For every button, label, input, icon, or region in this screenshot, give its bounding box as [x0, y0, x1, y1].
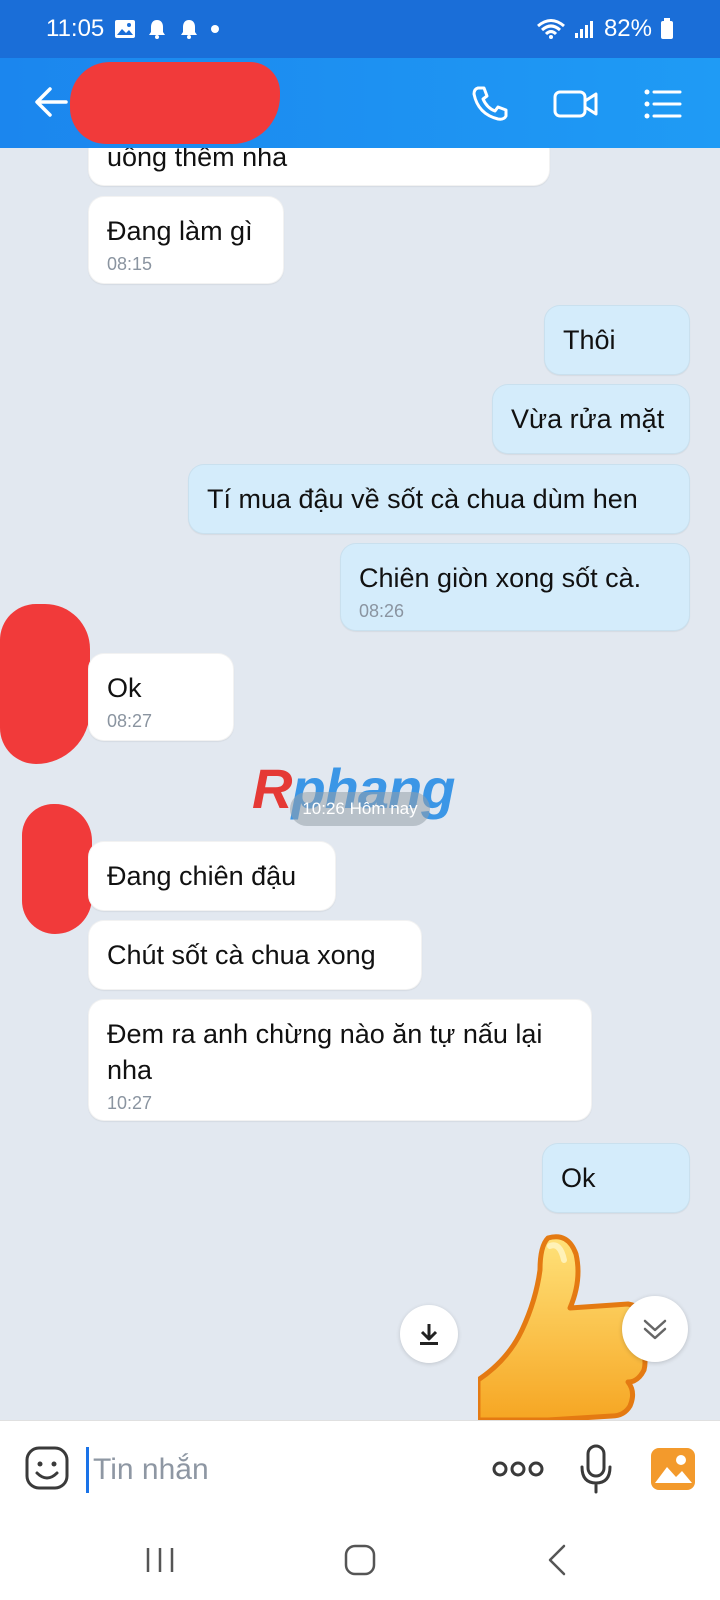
message-bubble[interactable]: Chiên giòn xong sốt cà. 08:26 — [340, 543, 690, 631]
menu-list-icon[interactable] — [640, 82, 684, 126]
date-separator: 10:26 Hôm nay — [290, 792, 430, 826]
message-bubble[interactable]: Ok 08:27 — [88, 653, 234, 741]
message-time: 08:15 — [107, 254, 153, 274]
message-time: 08:26 — [359, 601, 405, 621]
message-text: Vừa rửa mặt — [511, 404, 665, 434]
image-gallery-icon[interactable] — [650, 1447, 696, 1491]
message-bubble[interactable]: Đang chiên đậu — [88, 841, 336, 911]
microphone-icon[interactable] — [578, 1443, 614, 1495]
message-input[interactable] — [86, 1447, 446, 1493]
wifi-icon — [536, 18, 566, 40]
message-composer — [0, 1420, 720, 1520]
status-bar: 11:05 82% — [0, 0, 720, 58]
battery-icon — [660, 18, 674, 40]
home-icon[interactable] — [338, 1538, 382, 1582]
message-bubble[interactable]: Ok — [542, 1143, 690, 1213]
message-text: Ok — [561, 1163, 596, 1193]
message-bubble[interactable]: Đem ra anh chừng nào ăn tự nấu lại nha 1… — [88, 999, 592, 1121]
dot-notification-icon — [210, 24, 220, 34]
message-text: Tí mua đậu về sốt cà chua dùm hen — [207, 484, 638, 514]
message-text: Đang chiên đậu — [107, 861, 297, 891]
bell-notification-icon — [146, 18, 168, 40]
more-options-icon[interactable] — [490, 1451, 546, 1487]
message-text: Đem ra anh chừng nào ăn tự nấu lại nha — [107, 1019, 543, 1085]
emoji-sticker-icon[interactable] — [24, 1445, 70, 1491]
back-arrow-icon[interactable] — [30, 80, 74, 124]
message-bubble[interactable]: Vừa rửa mặt — [492, 384, 690, 454]
message-bubble[interactable]: uống thêm nha — [88, 148, 550, 186]
message-list[interactable]: Rphang 10:26 Hôm nay uống thêm nha Đang … — [0, 148, 720, 1420]
redacted-contact-name[interactable] — [70, 62, 280, 144]
redacted-avatar-2[interactable] — [22, 804, 92, 934]
signal-icon — [574, 19, 596, 39]
message-time: 08:27 — [107, 711, 153, 731]
video-call-icon[interactable] — [552, 82, 598, 126]
message-bubble[interactable]: Đang làm gì 08:15 — [88, 196, 284, 284]
message-text: uống thêm nha — [107, 148, 288, 172]
system-back-icon[interactable] — [536, 1538, 580, 1582]
system-nav-bar — [0, 1520, 720, 1600]
message-text: Chiên giòn xong sốt cà. — [359, 563, 642, 593]
scroll-to-bottom-icon[interactable] — [622, 1296, 688, 1362]
status-time: 11:05 — [46, 15, 105, 42]
message-text: Chút sốt cà chua xong — [107, 940, 376, 970]
download-icon[interactable] — [400, 1305, 458, 1363]
gallery-notification-icon — [114, 19, 136, 39]
message-text: Thôi — [563, 325, 616, 355]
message-bubble[interactable]: Thôi — [544, 305, 690, 375]
chat-header — [0, 58, 720, 148]
phone-icon[interactable] — [468, 82, 512, 126]
message-time: 10:27 — [107, 1093, 153, 1113]
message-bubble[interactable]: Tí mua đậu về sốt cà chua dùm hen — [188, 464, 690, 534]
message-text: Ok — [107, 673, 142, 703]
recent-apps-icon[interactable] — [138, 1538, 182, 1582]
message-text: Đang làm gì — [107, 216, 253, 246]
battery-percent: 82% — [603, 15, 652, 42]
redacted-avatar[interactable] — [0, 604, 90, 764]
bell-notification-icon-2 — [178, 18, 200, 40]
message-bubble[interactable]: Chút sốt cà chua xong — [88, 920, 422, 990]
